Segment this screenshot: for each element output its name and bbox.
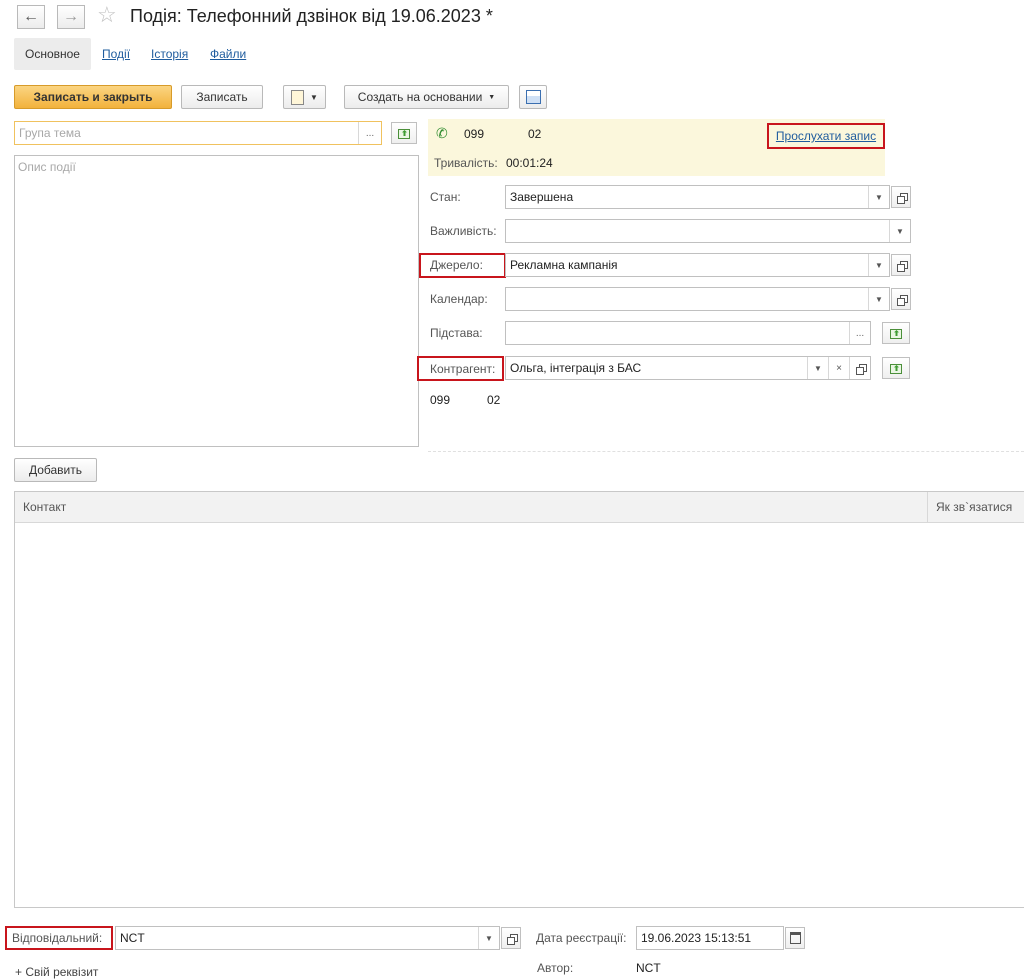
report-icon bbox=[291, 89, 305, 105]
forward-button[interactable]: → bbox=[57, 5, 85, 29]
importance-label: Важливість: bbox=[430, 224, 497, 238]
calendar-icon[interactable] bbox=[785, 927, 805, 949]
save-button[interactable]: Записать bbox=[181, 85, 263, 109]
contacts-table[interactable]: Контакт Як зв`язатися bbox=[14, 491, 1024, 908]
contacts-table-header bbox=[15, 492, 1024, 523]
call-phone: 099 bbox=[464, 127, 485, 141]
open-icon bbox=[896, 294, 908, 306]
add-icon bbox=[889, 362, 903, 374]
chevron-down-icon[interactable]: ▼ bbox=[868, 186, 889, 208]
column-header-contact[interactable]: Контакт bbox=[23, 500, 66, 514]
duration-label: Тривалість: bbox=[434, 156, 498, 170]
counterparty-phone: 099 bbox=[430, 393, 451, 407]
source-value: Рекламна кампанія bbox=[510, 258, 618, 272]
add-icon bbox=[889, 327, 903, 339]
counterparty-select[interactable]: Ольга, інтеграція з БАС ▼ × bbox=[505, 356, 871, 380]
structure-button[interactable] bbox=[519, 85, 547, 109]
reg-date-value: 19.06.2023 15:13:51 bbox=[641, 931, 752, 945]
state-open-button[interactable] bbox=[891, 186, 911, 208]
chevron-down-icon: ▼ bbox=[488, 93, 496, 101]
responsible-label: Відповідальний: bbox=[12, 931, 103, 945]
back-button[interactable]: ← bbox=[17, 5, 45, 29]
custom-attribute-link[interactable]: + Свій реквізит bbox=[15, 965, 98, 979]
basis-input[interactable]: ... bbox=[505, 321, 871, 345]
create-based-on-button[interactable]: Создать на основании ▼ bbox=[344, 85, 509, 109]
chevron-down-icon[interactable]: ▼ bbox=[868, 254, 889, 276]
tab-history[interactable]: Історія bbox=[151, 47, 188, 61]
author-label: Автор: bbox=[537, 961, 574, 975]
importance-select[interactable]: ▼ bbox=[505, 219, 911, 243]
author-value: NCT bbox=[636, 961, 661, 975]
calendar-label: Календар: bbox=[430, 292, 488, 306]
description-placeholder: Опис події bbox=[18, 160, 76, 174]
source-open-button[interactable] bbox=[891, 254, 911, 276]
counterparty-label: Контрагент: bbox=[430, 362, 496, 376]
divider bbox=[428, 451, 1024, 452]
open-icon bbox=[896, 260, 908, 272]
state-label: Стан: bbox=[430, 190, 461, 204]
subject-input[interactable]: Група тема ... bbox=[14, 121, 382, 145]
tab-events[interactable]: Події bbox=[102, 47, 130, 61]
star-icon[interactable]: ☆ bbox=[97, 2, 117, 28]
structure-icon bbox=[525, 90, 541, 104]
subject-select-button[interactable]: ... bbox=[358, 122, 381, 144]
open-icon bbox=[506, 933, 518, 945]
reg-date-input[interactable]: 19.06.2023 15:13:51 bbox=[636, 926, 784, 950]
chevron-down-icon[interactable]: ▼ bbox=[889, 220, 910, 242]
chevron-down-icon: ▼ bbox=[310, 92, 318, 102]
basis-label: Підстава: bbox=[430, 326, 483, 340]
page-title: Подія: Телефонний дзвінок від 19.06.2023… bbox=[130, 6, 493, 26]
phone-icon: ✆ bbox=[436, 125, 448, 141]
counterparty-value: Ольга, інтеграція з БАС bbox=[510, 361, 642, 375]
tab-main[interactable]: Основное bbox=[14, 38, 91, 70]
column-separator bbox=[927, 492, 928, 523]
counterparty-create-button[interactable] bbox=[882, 357, 910, 379]
arrow-left-icon: ← bbox=[23, 8, 39, 25]
column-header-how-to-contact[interactable]: Як зв`язатися bbox=[936, 500, 1012, 514]
calendar-select[interactable]: ▼ bbox=[505, 287, 890, 311]
chevron-down-icon[interactable]: ▼ bbox=[807, 357, 828, 379]
description-textarea[interactable]: Опис події bbox=[14, 155, 419, 447]
create-based-on-label: Создать на основании bbox=[357, 90, 483, 104]
state-select[interactable]: Завершена ▼ bbox=[505, 185, 890, 209]
basis-create-button[interactable] bbox=[882, 322, 910, 344]
tab-files[interactable]: Файли bbox=[210, 47, 246, 61]
calendar-open-button[interactable] bbox=[891, 288, 911, 310]
chevron-down-icon[interactable]: ▼ bbox=[478, 927, 499, 949]
calendar-glyph bbox=[789, 932, 801, 944]
duration-value: 00:01:24 bbox=[506, 156, 553, 170]
source-label: Джерело: bbox=[430, 258, 483, 272]
responsible-open-button[interactable] bbox=[501, 927, 521, 949]
counterparty-phone-suffix: 02 bbox=[487, 393, 501, 407]
reg-date-label: Дата реєстрації: bbox=[536, 931, 627, 945]
subject-create-button[interactable] bbox=[391, 122, 417, 144]
save-and-close-button[interactable]: Записать и закрыть bbox=[14, 85, 172, 109]
basis-select-button[interactable]: ... bbox=[849, 322, 870, 344]
open-icon bbox=[855, 363, 867, 375]
responsible-select[interactable]: NCT ▼ bbox=[115, 926, 500, 950]
counterparty-open-button[interactable] bbox=[849, 357, 870, 379]
listen-record-link[interactable]: Прослухати запис bbox=[776, 129, 876, 143]
clear-icon[interactable]: × bbox=[828, 357, 849, 379]
call-phone-suffix: 02 bbox=[528, 127, 542, 141]
arrow-right-icon: → bbox=[63, 8, 79, 25]
source-select[interactable]: Рекламна кампанія ▼ bbox=[505, 253, 890, 277]
add-icon bbox=[397, 127, 411, 139]
listen-record-highlight: Прослухати запис bbox=[767, 123, 885, 149]
report-menu-button[interactable]: ▼ bbox=[283, 85, 326, 109]
add-contact-button[interactable]: Добавить bbox=[14, 458, 97, 482]
state-value: Завершена bbox=[510, 190, 574, 204]
subject-placeholder: Група тема bbox=[19, 126, 81, 140]
responsible-value: NCT bbox=[120, 931, 145, 945]
open-icon bbox=[896, 192, 908, 204]
chevron-down-icon[interactable]: ▼ bbox=[868, 288, 889, 310]
